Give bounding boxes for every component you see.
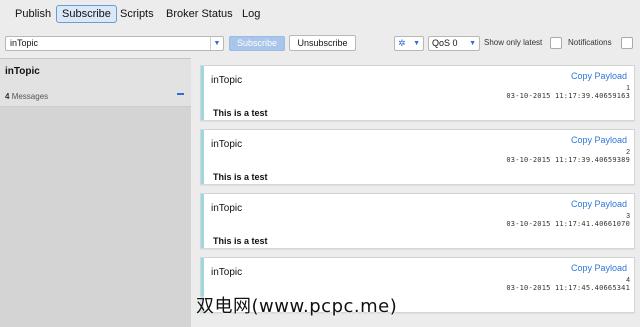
- message-payload: This is a test: [213, 108, 268, 118]
- subscriptions-panel: inTopic 4 Messages: [0, 58, 191, 327]
- gear-icon: ✲: [398, 38, 406, 48]
- message-payload: This is a test: [213, 236, 268, 246]
- message-list: inTopic Copy Payload 1 03-10-2015 11:17:…: [192, 58, 640, 327]
- unsubscribe-button[interactable]: Unsubscribe: [289, 35, 356, 51]
- message-count: 4 Messages: [5, 92, 48, 101]
- notifications-label: Notifications: [568, 38, 612, 47]
- message-timestamp: 03-10-2015 11:17:39.40659389: [506, 156, 630, 164]
- message-accent-bar: [201, 130, 204, 184]
- message-accent-bar: [201, 66, 204, 120]
- minus-icon[interactable]: [177, 93, 184, 95]
- qos-value: QoS 0: [432, 38, 458, 48]
- watermark: 双电网(www.pcpc.me): [196, 296, 398, 317]
- settings-dropdown[interactable]: ✲ ▼: [394, 36, 424, 51]
- message-count-label: Messages: [11, 92, 49, 101]
- message-payload: This is a test: [213, 172, 268, 182]
- chevron-down-icon[interactable]: ▼: [210, 37, 223, 50]
- copy-payload-link[interactable]: Copy Payload: [571, 71, 627, 81]
- tab-scripts[interactable]: Scripts: [114, 5, 160, 23]
- copy-payload-link[interactable]: Copy Payload: [571, 263, 627, 273]
- message-index: 1: [626, 85, 630, 92]
- message-card: inTopic Copy Payload 2 03-10-2015 11:17:…: [200, 129, 635, 185]
- message-timestamp: 03-10-2015 11:17:41.40661070: [506, 220, 630, 228]
- message-timestamp: 03-10-2015 11:17:45.40665341: [506, 284, 630, 292]
- message-accent-bar: [201, 194, 204, 248]
- copy-payload-link[interactable]: Copy Payload: [571, 135, 627, 145]
- tab-broker-status[interactable]: Broker Status: [160, 5, 239, 23]
- subscription-topic: inTopic: [5, 66, 40, 77]
- notifications-checkbox[interactable]: [621, 37, 633, 49]
- message-card: inTopic Copy Payload 3 03-10-2015 11:17:…: [200, 193, 635, 249]
- subscription-item[interactable]: inTopic 4 Messages: [0, 59, 191, 107]
- top-nav: Publish Subscribe Scripts Broker Status …: [0, 0, 640, 30]
- message-card: inTopic Copy Payload 1 03-10-2015 11:17:…: [200, 65, 635, 121]
- topic-input-value[interactable]: inTopic: [10, 37, 38, 50]
- subscribe-button[interactable]: Subscribe: [229, 36, 285, 51]
- message-index: 3: [626, 213, 630, 220]
- qos-select[interactable]: QoS 0 ▼: [428, 36, 480, 51]
- tab-log[interactable]: Log: [236, 5, 266, 23]
- message-index: 4: [626, 277, 630, 284]
- message-topic: inTopic: [211, 203, 243, 214]
- message-topic: inTopic: [211, 267, 243, 278]
- chevron-down-icon: ▼: [469, 40, 476, 47]
- tab-publish[interactable]: Publish: [9, 5, 57, 23]
- message-timestamp: 03-10-2015 11:17:39.40659163: [506, 92, 630, 100]
- message-topic: inTopic: [211, 139, 243, 150]
- subscribe-toolbar: inTopic ▼ Subscribe Unsubscribe ✲ ▼ QoS …: [0, 34, 640, 52]
- show-only-latest-checkbox[interactable]: [550, 37, 562, 49]
- message-count-number: 4: [5, 92, 10, 101]
- chevron-down-icon: ▼: [413, 40, 420, 47]
- message-topic: inTopic: [211, 75, 243, 86]
- copy-payload-link[interactable]: Copy Payload: [571, 199, 627, 209]
- topic-input[interactable]: inTopic ▼: [5, 36, 224, 51]
- show-only-latest-label: Show only latest: [484, 38, 543, 47]
- tab-subscribe[interactable]: Subscribe: [56, 5, 117, 23]
- message-index: 2: [626, 149, 630, 156]
